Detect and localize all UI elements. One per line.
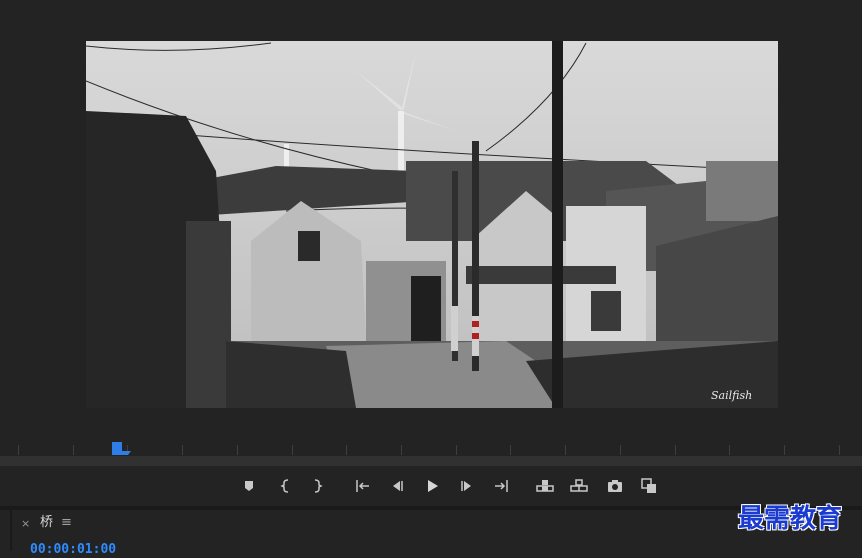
ruler-tick: [839, 445, 840, 455]
mark-in-button[interactable]: [276, 476, 296, 496]
step-forward-button[interactable]: [457, 476, 477, 496]
comparison-view-icon: [641, 478, 656, 493]
transport-controls: [0, 466, 862, 506]
add-marker-icon: [245, 481, 253, 491]
timeline-timecode[interactable]: 00:00:01:00: [30, 542, 116, 558]
mark-out-button[interactable]: [307, 476, 327, 496]
ruler-tick: [456, 445, 457, 455]
frame-signature: Sailfish: [711, 389, 752, 402]
ruler-tick: [784, 445, 785, 455]
ruler-tick: [620, 445, 621, 455]
ruler-tick: [18, 445, 19, 455]
lift-button[interactable]: [535, 476, 555, 496]
tab-close-icon[interactable]: ×: [21, 517, 30, 531]
mark-in-icon: [280, 479, 289, 493]
extract-icon: [570, 479, 588, 492]
ruler-tick: [565, 445, 566, 455]
export-frame-icon: [608, 480, 622, 492]
ruler-tick: [73, 445, 74, 455]
play-button[interactable]: [422, 476, 442, 496]
playhead-handle[interactable]: [112, 441, 132, 455]
panel-edge: [10, 510, 12, 551]
export-frame-button[interactable]: [605, 476, 625, 496]
video-preview-frame[interactable]: Sailfish: [86, 41, 778, 408]
zoom-scroll-bar[interactable]: [0, 456, 862, 466]
program-monitor: Sailfish: [0, 0, 862, 440]
comparison-view-button[interactable]: [639, 476, 659, 496]
step-back-button[interactable]: [387, 476, 407, 496]
ruler-tick: [292, 445, 293, 455]
ruler-tick: [401, 445, 402, 455]
add-marker-button[interactable]: [239, 476, 259, 496]
step-forward-icon: [461, 481, 471, 491]
panel-menu-icon[interactable]: ≡: [61, 516, 72, 530]
ruler-tick: [510, 445, 511, 455]
extract-button[interactable]: [569, 476, 589, 496]
go-to-in-button[interactable]: [353, 476, 373, 496]
ruler-tick: [729, 445, 730, 455]
play-icon: [428, 480, 438, 492]
ruler-tick: [675, 445, 676, 455]
sequence-tab-title[interactable]: 桥: [40, 515, 53, 531]
step-back-icon: [393, 481, 403, 491]
ruler-tick: [182, 445, 183, 455]
ruler-tick: [237, 445, 238, 455]
go-to-in-icon: [356, 480, 369, 492]
go-to-out-icon: [495, 480, 508, 492]
mark-out-icon: [314, 479, 323, 493]
lift-icon: [536, 480, 554, 492]
watermark-logo: 最需教育: [738, 504, 843, 534]
video-frame-image: Sailfish: [86, 41, 778, 408]
go-to-out-button[interactable]: [491, 476, 511, 496]
ruler-tick: [346, 445, 347, 455]
timeline-panel: × 桥 ≡ 00:00:01:00: [0, 510, 862, 557]
